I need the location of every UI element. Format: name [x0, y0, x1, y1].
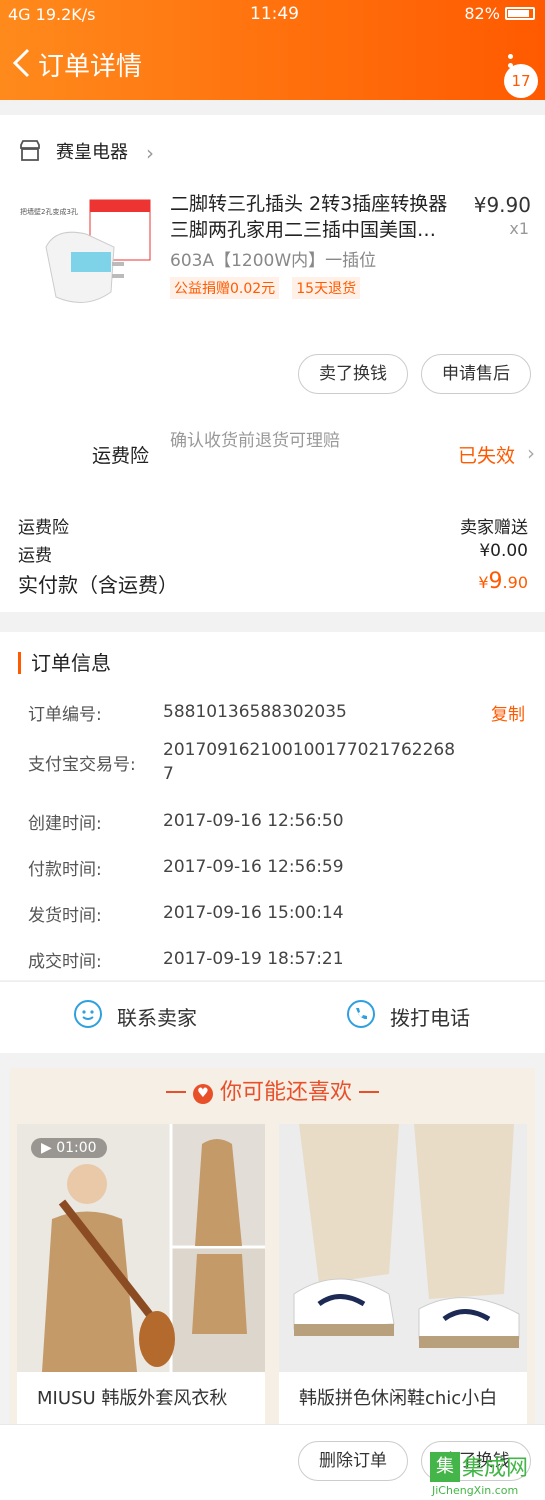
sell-for-cash-button[interactable]: 卖了换钱: [298, 354, 408, 394]
clock: 11:49: [250, 4, 299, 24]
product-title[interactable]: 二脚转三孔插头 2转3插座转换器 三脚两孔家用二三插中国美国…: [170, 191, 460, 243]
contact-seller-label: 联系卖家: [117, 1006, 197, 1030]
status-bar: 4G 19.2K/s 11:49 82%: [0, 0, 545, 28]
battery-percent: 82%: [464, 4, 500, 23]
watermark-url: JiChengXin.com: [432, 1484, 519, 1497]
product-spec: 603A【1200W内】一插位: [170, 251, 377, 271]
recommend-item[interactable]: 韩版拼色休闲鞋chic小白: [279, 1124, 527, 1434]
summary-label: 运费险: [18, 518, 69, 538]
app-header: 4G 19.2K/s 11:49 82% 订单详情 17: [0, 0, 545, 100]
chat-icon: [74, 1000, 102, 1028]
summary-row: 运费 ¥0.00: [18, 541, 528, 566]
info-value: 2017-09-16 12:56:50: [163, 811, 344, 831]
battery-status: 82%: [464, 4, 535, 23]
info-value: 58810136588302035: [163, 702, 347, 722]
product-price: ¥9.90: [473, 193, 531, 217]
apply-after-sale-button[interactable]: 申请售后: [421, 354, 531, 394]
svg-text:把墙壁2孔变成3孔: 把墙壁2孔变成3孔: [20, 207, 78, 216]
product-tags: 公益捐赠0.02元 15天退货: [170, 277, 368, 299]
chevron-right-icon: ›: [527, 441, 535, 465]
recommend-section: ♥ 你可能还喜欢 ▶ 01:00 MIUSU 韩版外套风衣秋 韩版拼色休闲鞋ch…: [10, 1068, 535, 1434]
trench-coat-image: [17, 1124, 265, 1372]
info-label: 创建时间:: [28, 814, 102, 834]
order-card: 赛皇电器 › 把墙壁2孔变成3孔 二脚转三孔插头 2转3插座转换器 三脚两孔家用…: [0, 115, 545, 612]
delete-order-button[interactable]: 删除订单: [298, 1441, 408, 1481]
summary-row: 运费险 卖家赠送: [18, 513, 528, 538]
watermark: 集 集成网 JiChengXin.com: [430, 1450, 540, 1497]
battery-icon: [505, 7, 535, 20]
charity-tag: 公益捐赠0.02元: [170, 277, 280, 299]
order-info-title: 订单信息: [18, 652, 111, 674]
shop-icon: [20, 140, 40, 161]
info-label: 支付宝交易号:: [28, 755, 136, 775]
watermark-logo: 集: [430, 1452, 460, 1482]
phone-icon: [347, 1000, 375, 1028]
shop-name: 赛皇电器: [56, 142, 128, 163]
recommend-item[interactable]: ▶ 01:00 MIUSU 韩版外套风衣秋: [17, 1124, 265, 1434]
product-image[interactable]: 把墙壁2孔变成3孔: [16, 192, 154, 330]
recommend-item-name: 韩版拼色休闲鞋chic小白: [299, 1388, 498, 1409]
page-title: 订单详情: [38, 52, 143, 82]
total-int: 9: [488, 569, 503, 594]
total-dec: .90: [502, 573, 528, 592]
shipping-insurance-status[interactable]: 已失效: [458, 441, 515, 468]
info-label: 发货时间:: [28, 906, 102, 926]
summary-label: 运费: [18, 546, 52, 566]
network-status: 4G 19.2K/s: [8, 5, 96, 24]
info-value: 201709162100100177021762268 7: [163, 740, 456, 784]
message-badge[interactable]: 17: [504, 64, 538, 98]
info-value: 2017-09-19 18:57:21: [163, 949, 344, 969]
nav-bar: 订单详情 17: [0, 34, 545, 98]
shipping-insurance-label: 运费险: [92, 445, 150, 467]
recommend-item-name: MIUSU 韩版外套风衣秋: [37, 1388, 228, 1409]
summary-value: 卖家赠送: [460, 518, 528, 538]
product-title-line2: 三脚两孔家用二三插中国美国…: [170, 219, 437, 241]
total-label: 实付款（含运费）: [18, 573, 178, 597]
divider-line: [359, 1091, 379, 1093]
product-title-line1: 二脚转三孔插头 2转3插座转换器: [170, 193, 448, 215]
shipping-insurance-desc: 确认收货前退货可理赔: [170, 431, 340, 451]
sneakers-image: [279, 1124, 527, 1372]
info-value: 2017-09-16 15:00:14: [163, 903, 344, 923]
watermark-text: 集成网: [462, 1456, 529, 1481]
back-arrow-icon[interactable]: [12, 48, 32, 78]
product-quantity: x1: [509, 219, 529, 238]
summary-value: ¥0.00: [479, 541, 528, 561]
info-value: 2017-09-16 12:56:59: [163, 857, 344, 877]
total-amount: ¥9.90: [478, 569, 528, 594]
video-duration-badge: ▶ 01:00: [31, 1138, 107, 1158]
recommend-title-text: 你可能还喜欢: [219, 1080, 352, 1105]
divider-line: [165, 1091, 186, 1093]
recommend-title: ♥ 你可能还喜欢: [10, 1074, 535, 1106]
copy-button[interactable]: 复制: [491, 700, 525, 725]
info-label: 付款时间:: [28, 860, 102, 880]
return-tag: 15天退货: [292, 277, 361, 299]
total-row: 实付款（含运费） ¥9.90: [18, 569, 528, 598]
chevron-right-icon: ›: [146, 141, 154, 165]
heart-icon: ♥: [192, 1084, 213, 1104]
call-phone-label: 拨打电话: [390, 1006, 470, 1030]
contact-bar: 联系卖家 拨打电话: [0, 981, 545, 1053]
info-label: 订单编号:: [28, 705, 102, 725]
order-info-card: 订单信息 订单编号: 58810136588302035 复制 支付宝交易号: …: [0, 632, 545, 980]
currency-symbol: ¥: [478, 573, 489, 592]
video-duration: 01:00: [56, 1140, 97, 1156]
info-label: 成交时间:: [28, 952, 102, 972]
